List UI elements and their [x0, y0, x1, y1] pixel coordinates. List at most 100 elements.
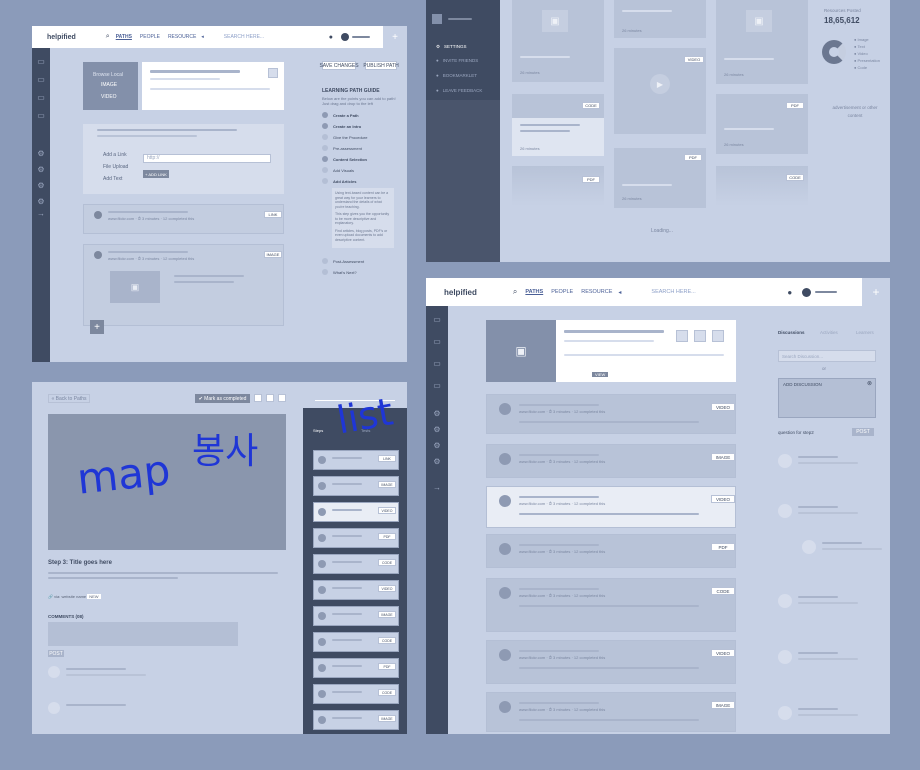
url-input[interactable]: http://	[143, 154, 271, 163]
edit-icon[interactable]	[694, 330, 706, 342]
nav-resource[interactable]: RESOURCE	[581, 289, 612, 295]
save-changes-button[interactable]: SAVE CHANGES	[319, 61, 359, 70]
resource-row[interactable]: www.flickr.com · ⏱ 3 minutes · 12 comple…	[83, 204, 284, 234]
mark-completed-button[interactable]: ✔ Mark as completed	[195, 394, 250, 403]
gear-icon[interactable]: ⚙	[426, 406, 448, 420]
guide-item[interactable]: Create an Intro	[322, 123, 361, 129]
menu-settings[interactable]: ⚙ SETTINGS	[436, 44, 467, 50]
tab-learners[interactable]: Learners	[856, 330, 874, 335]
pdf-tile[interactable]: PDF	[512, 166, 604, 206]
guide-item[interactable]: Content Selection	[322, 156, 367, 162]
discussion-item[interactable]	[802, 540, 890, 560]
guide-item[interactable]: Give the Procedure	[322, 134, 367, 140]
settings-icon[interactable]: ⚙	[32, 162, 50, 176]
step-item[interactable]: IMAGE	[313, 476, 399, 496]
close-icon[interactable]: ⊗	[867, 380, 872, 387]
resource-row[interactable]: www.flickr.com · ⏱ 3 minutes · 12 comple…	[83, 244, 284, 326]
discussion-item[interactable]	[778, 650, 868, 670]
guide-item[interactable]: Post-Assessment	[322, 258, 364, 264]
discussion-item[interactable]	[778, 706, 868, 726]
add-button[interactable]: +	[383, 26, 407, 48]
step-item[interactable]: CODE	[313, 632, 399, 652]
guide-item[interactable]: Create a Path	[322, 112, 359, 118]
nav-arrow-icon[interactable]: ◂	[618, 289, 621, 296]
image-icon[interactable]: ▭	[32, 72, 50, 86]
path-step-row[interactable]: www.flickr.com · ⏱ 3 minutes · 12 comple…	[486, 394, 736, 434]
search-input[interactable]: SEARCH HERE...	[224, 34, 314, 40]
search-icon[interactable]: ⌕	[106, 33, 110, 41]
resource-tile[interactable]: ▣ 26 minutes	[716, 0, 808, 84]
app-logo[interactable]: helpified	[444, 288, 477, 297]
add-link-button[interactable]: + ADD LINK	[143, 170, 169, 178]
path-step-row[interactable]: www.flickr.com · ⏱ 3 minutes · 12 comple…	[486, 444, 736, 478]
browse-video[interactable]: VIDEO	[93, 94, 117, 100]
nav-people[interactable]: PEOPLE	[551, 289, 573, 295]
search-icon[interactable]: ⌕	[513, 287, 517, 297]
menu-feedback[interactable]: ● LEAVE FEEDBACK	[436, 88, 482, 93]
nav-resource[interactable]: RESOURCE	[168, 34, 196, 40]
bookmark-icon[interactable]	[266, 394, 274, 402]
discussion-item[interactable]	[778, 454, 868, 474]
app-logo[interactable]: helpified	[47, 34, 76, 41]
settings-icon[interactable]: ⚙	[426, 454, 448, 468]
step-item[interactable]: CODE	[313, 554, 399, 574]
settings-icon[interactable]	[278, 394, 286, 402]
gear-icon[interactable]: ⚙	[426, 438, 448, 452]
nav-paths[interactable]: PATHS	[525, 289, 543, 295]
play-icon[interactable]: ▶	[650, 74, 670, 94]
discussion-item[interactable]	[778, 594, 868, 614]
avatar[interactable]	[802, 287, 812, 297]
image-icon[interactable]: ▭	[426, 356, 448, 370]
discussion-item[interactable]	[778, 504, 868, 524]
share-icon[interactable]	[254, 394, 262, 402]
logout-icon[interactable]: →	[32, 206, 50, 220]
menu-bookmarklet[interactable]: ● BOOKMARKLET	[436, 73, 477, 78]
search-input[interactable]: SEARCH HERE...	[651, 289, 771, 295]
search-discussion-input[interactable]: Search Discussion...	[778, 350, 876, 362]
nav-paths[interactable]: PATHS	[116, 34, 132, 40]
browse-image[interactable]: IMAGE	[93, 82, 117, 88]
step-item[interactable]: IMAGE	[313, 710, 399, 730]
bell-icon[interactable]: ●	[329, 34, 333, 41]
add-step-button[interactable]: +	[90, 320, 104, 334]
add-button[interactable]: +	[862, 278, 890, 306]
comment-editor[interactable]	[48, 622, 238, 646]
add-discussion-box[interactable]: ADD DISCUSSION ⊗	[778, 378, 876, 418]
step-item[interactable]: VIDEO	[313, 502, 399, 522]
back-button[interactable]: « Back to Paths	[48, 394, 90, 403]
image-icon[interactable]: ▭	[426, 378, 448, 392]
gear-icon[interactable]: ⚙	[32, 178, 50, 192]
path-step-row[interactable]: www.flickr.com · ⏱ 3 minutes · 12 comple…	[486, 640, 736, 684]
avatar[interactable]	[341, 33, 350, 41]
image-icon[interactable]: ▭	[426, 334, 448, 348]
image-icon[interactable]: ▭	[426, 312, 448, 326]
nav-arrow-icon[interactable]: ◂	[201, 34, 204, 40]
guide-item[interactable]: Add Articles	[322, 178, 356, 184]
step-item[interactable]: CODE	[313, 684, 399, 704]
avatar[interactable]	[432, 14, 442, 24]
gear-icon[interactable]: ⚙	[32, 146, 50, 160]
settings-icon[interactable]	[712, 330, 724, 342]
source-link[interactable]: 🔗 via: website name NEW	[48, 594, 101, 599]
tab-steps[interactable]: Steps	[313, 428, 323, 433]
menu-invite[interactable]: ● INVITE FRIENDS	[436, 58, 478, 63]
step-item[interactable]: PDF	[313, 528, 399, 548]
path-step-row[interactable]: www.flickr.com · ⏱ 3 minutes · 12 comple…	[486, 692, 736, 732]
pdf-tile[interactable]: PDF 26 minutes	[716, 94, 808, 154]
add-text-option[interactable]: Add Text	[103, 176, 122, 182]
guide-item[interactable]: What's Next?	[322, 269, 357, 275]
tab-discussions[interactable]: Discussions	[778, 330, 805, 335]
image-icon[interactable]: ▭	[32, 54, 50, 68]
browse-local-box[interactable]: Browse Local IMAGE VIDEO	[83, 62, 138, 110]
nav-people[interactable]: PEOPLE	[140, 34, 160, 40]
step-item[interactable]: VIDEO	[313, 580, 399, 600]
path-step-row[interactable]: www.flickr.com · ⏱ 3 minutes · 12 comple…	[486, 534, 736, 568]
path-step-row[interactable]: www.flickr.com · ⏱ 3 minutes · 12 comple…	[486, 486, 736, 528]
image-icon[interactable]: ▭	[32, 108, 50, 122]
bell-icon[interactable]: ●	[787, 288, 792, 297]
guide-item[interactable]: Pre-assessment	[322, 145, 362, 151]
code-tile[interactable]: CODE	[716, 166, 808, 206]
pdf-tile[interactable]: PDF 26 minutes	[614, 148, 706, 208]
resource-tile[interactable]: ▣ 26 minutes	[512, 0, 604, 82]
step-item[interactable]: IMAGE	[313, 606, 399, 626]
